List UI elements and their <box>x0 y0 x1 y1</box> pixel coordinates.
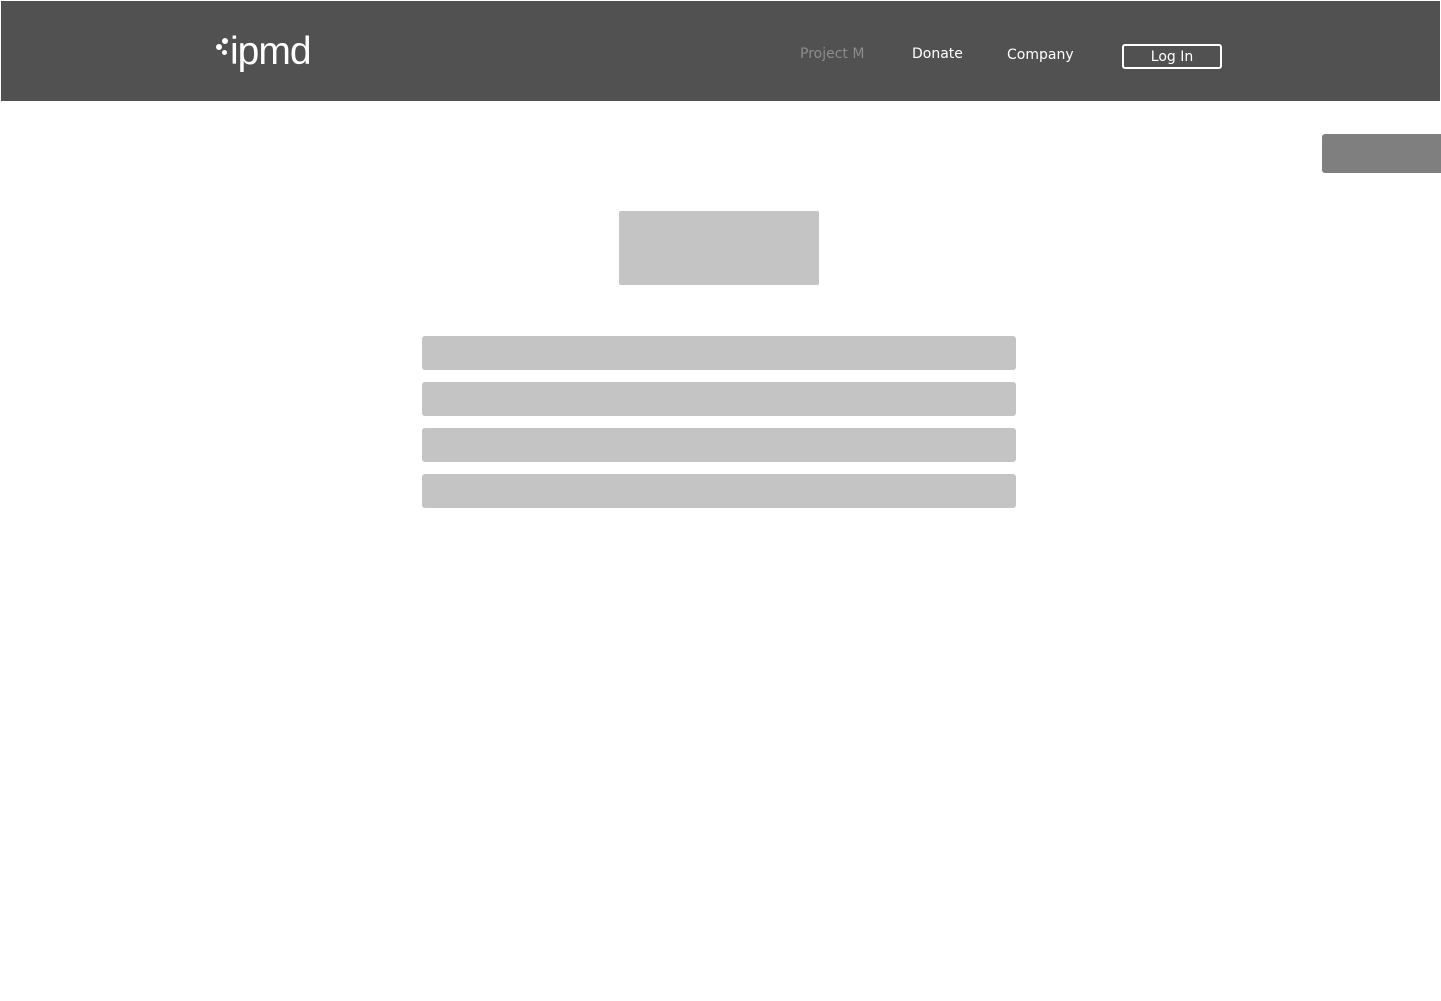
content-placeholder-bar <box>422 336 1016 370</box>
side-tab[interactable] <box>1322 134 1441 173</box>
login-button[interactable]: Log In <box>1122 44 1222 69</box>
logo[interactable]: ipmd <box>216 30 312 78</box>
content-placeholder-bar <box>422 474 1016 508</box>
image-placeholder <box>619 211 819 285</box>
nav-link-company[interactable]: Company <box>1007 47 1074 63</box>
nav-link-project-m[interactable]: Project M <box>800 46 864 62</box>
logo-text: ipmd <box>230 30 312 73</box>
content-placeholder-bar <box>422 382 1016 416</box>
content-placeholder-bar <box>422 428 1016 462</box>
logo-dots-icon <box>216 34 228 74</box>
page: ipmd Project M Donate Company Log In <box>0 0 1441 1001</box>
nav-link-donate[interactable]: Donate <box>912 46 963 62</box>
